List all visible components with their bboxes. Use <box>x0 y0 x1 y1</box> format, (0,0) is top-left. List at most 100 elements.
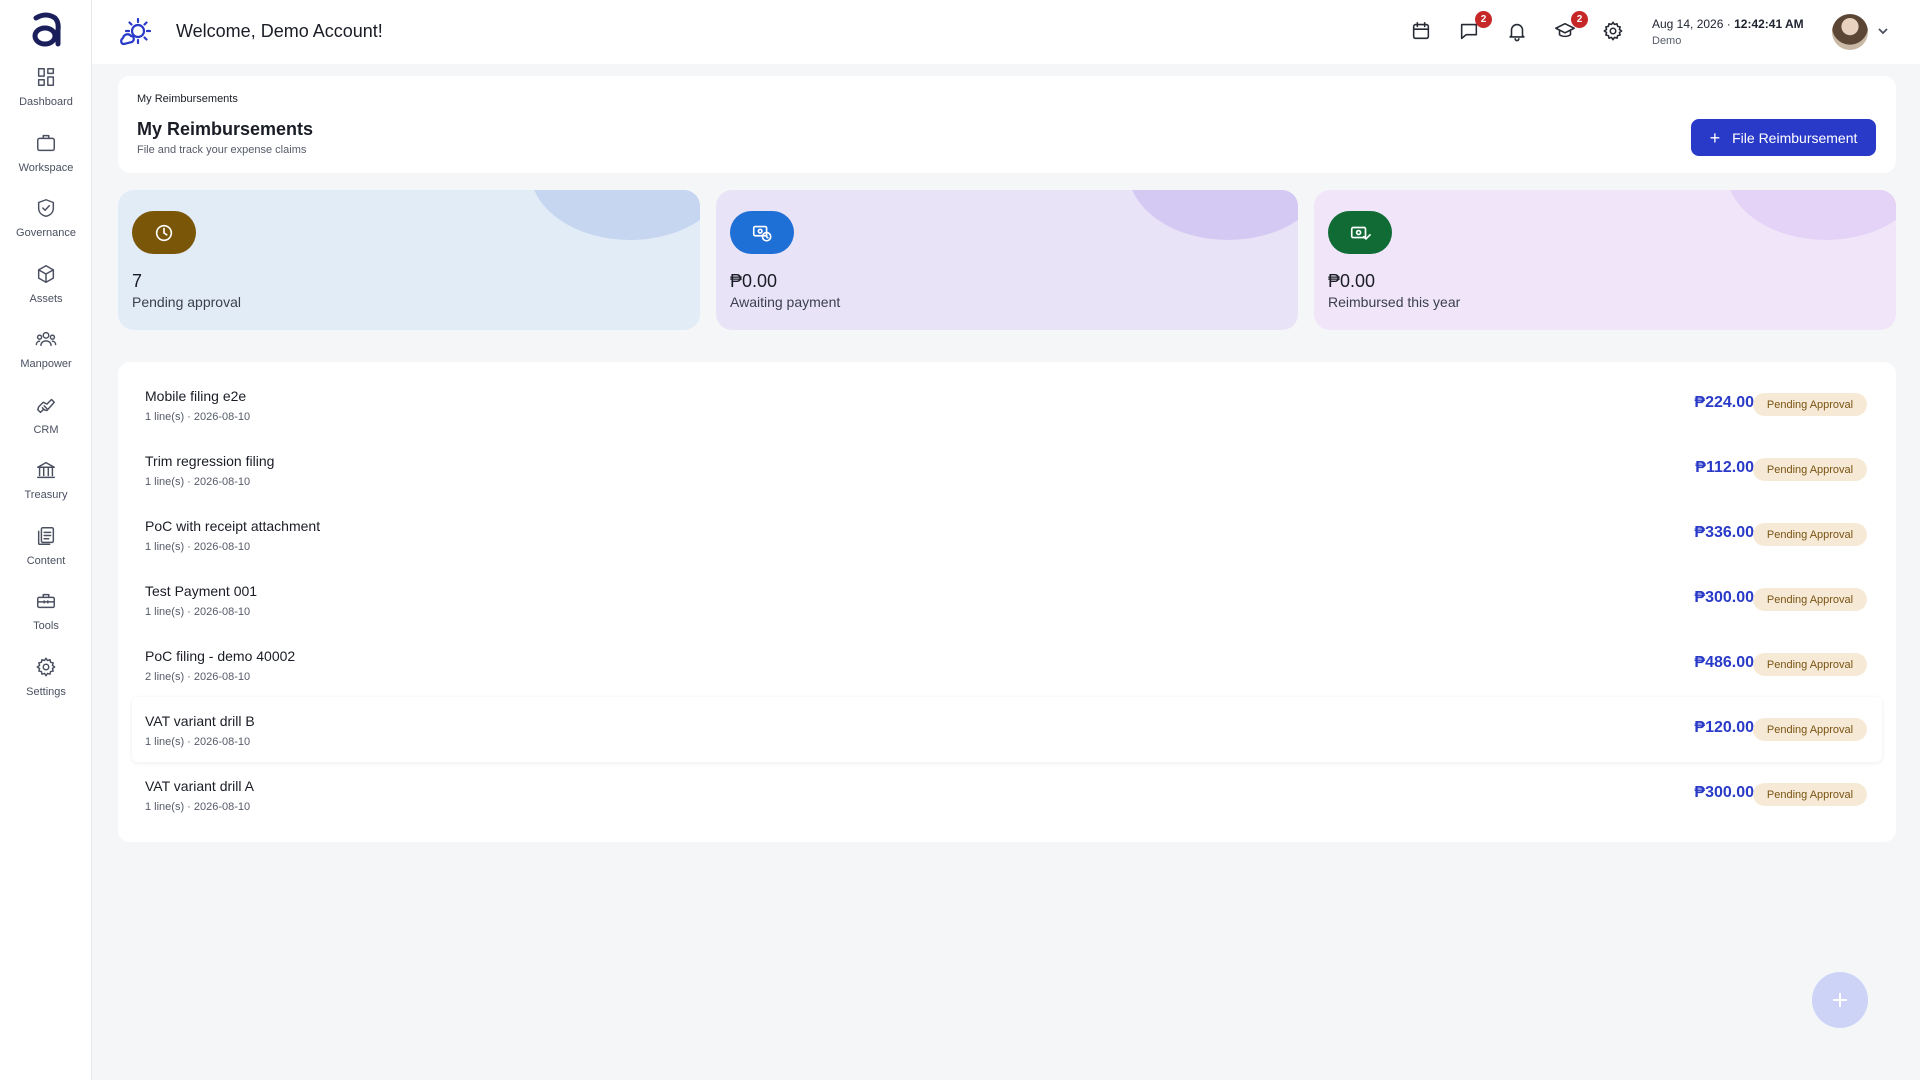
sidebar-nav: Dashboard Workspace Governance Assets Ma… <box>0 62 92 717</box>
sidebar-item-label: Assets <box>29 292 63 305</box>
item-amount: ₱300.00 <box>1694 784 1754 801</box>
stat-icon-badge <box>730 211 794 254</box>
sidebar-item-label: Governance <box>16 227 76 239</box>
item-title: Mobile filing e2e <box>145 388 247 404</box>
stat-icon-badge <box>1328 211 1392 254</box>
page-subtitle: File and track your expense claims <box>137 144 307 156</box>
item-title: VAT variant drill B <box>145 713 255 729</box>
date-time-separator: · <box>1726 17 1731 31</box>
sidebar-item-label: CRM <box>33 423 59 436</box>
sidebar-item-settings[interactable]: Settings <box>0 652 92 718</box>
settings-button[interactable] <box>1602 20 1626 44</box>
sidebar-item-label: Treasury <box>24 489 68 501</box>
calendar-button[interactable] <box>1410 20 1434 44</box>
current-date: Aug 14, 2026 <box>1652 17 1724 31</box>
list-item[interactable]: PoC filing - demo 40002 2 line(s) · 2026… <box>132 632 1882 697</box>
chevron-down-icon <box>1878 28 1888 35</box>
account-menu-toggle[interactable] <box>1876 24 1890 38</box>
sidebar-item-manpower[interactable]: Manpower <box>0 324 92 390</box>
item-meta: 1 line(s) · 2026-08-10 <box>145 411 251 423</box>
bank-icon <box>37 461 55 479</box>
stat-caption: Pending approval <box>132 294 241 310</box>
item-title: Test Payment 001 <box>145 583 258 599</box>
plus-icon: + <box>1709 127 1721 148</box>
sidebar-item-label: Content <box>26 554 66 567</box>
list-item[interactable]: Trim regression filing 1 line(s) · 2026-… <box>132 437 1882 502</box>
sidebar-item-tools[interactable]: Tools <box>0 586 92 652</box>
sidebar-item-label: Tools <box>33 620 59 632</box>
sidebar-item-treasury[interactable]: Treasury <box>0 455 92 521</box>
list-item[interactable]: Test Payment 001 1 line(s) · 2026-08-10 … <box>132 567 1882 632</box>
stat-card-awaiting-payment: ₱0.00 Awaiting payment <box>716 190 1298 330</box>
sidebar-item-label: Manpower <box>20 358 72 370</box>
learning-button[interactable]: 2 <box>1554 11 1588 44</box>
status-badge: Pending Approval <box>1753 523 1867 546</box>
file-reimbursement-button[interactable]: + File Reimbursement <box>1691 119 1876 156</box>
sidebar-item-workspace[interactable]: Workspace <box>0 128 92 194</box>
brand-sun-icon[interactable] <box>118 16 152 50</box>
page-header-card: My Reimbursements My Reimbursements File… <box>118 76 1896 173</box>
app-logo-icon[interactable] <box>28 10 64 50</box>
decorative-blob <box>1128 190 1298 240</box>
toolbox-icon <box>37 593 55 609</box>
floating-add-button[interactable] <box>1812 972 1868 1028</box>
status-badge: Pending Approval <box>1753 718 1867 741</box>
plus-icon <box>1833 993 1847 1007</box>
file-reimbursement-label: File Reimbursement <box>1732 129 1858 146</box>
list-item[interactable]: PoC with receipt attachment 1 line(s) · … <box>132 502 1882 567</box>
sidebar-item-governance[interactable]: Governance <box>0 193 92 259</box>
people-icon <box>35 331 57 347</box>
breadcrumb[interactable]: My Reimbursements <box>137 93 238 105</box>
sidebar-item-crm[interactable]: CRM <box>0 390 92 456</box>
item-title: Trim regression filing <box>145 453 275 469</box>
item-meta: 1 line(s) · 2026-08-10 <box>145 541 251 553</box>
clock-icon <box>155 224 173 241</box>
status-badge: Pending Approval <box>1753 458 1867 481</box>
sidebar-item-assets[interactable]: Assets <box>0 259 92 325</box>
sidebar: Dashboard Workspace Governance Assets Ma… <box>0 0 92 1080</box>
handshake-icon <box>37 398 55 413</box>
welcome-message: Welcome, Demo Account! <box>176 21 383 41</box>
messages-button[interactable]: 2 <box>1458 11 1492 44</box>
item-amount: ₱224.00 <box>1694 394 1754 411</box>
dashboard-icon <box>37 68 55 86</box>
stat-card-reimbursed: ₱0.00 Reimbursed this year <box>1314 190 1896 330</box>
payment-pending-icon <box>752 225 772 242</box>
item-amount: ₱112.00 <box>1695 459 1754 476</box>
decorative-blob <box>530 190 700 240</box>
list-item[interactable]: Mobile filing e2e 1 line(s) · 2026-08-10… <box>132 372 1882 437</box>
decorative-blob <box>1726 190 1896 240</box>
gear-icon <box>1603 21 1623 41</box>
cash-check-icon <box>1350 226 1371 240</box>
status-badge: Pending Approval <box>1753 588 1867 611</box>
notifications-button[interactable] <box>1506 20 1530 44</box>
item-amount: ₱486.00 <box>1694 654 1754 671</box>
sidebar-item-dashboard[interactable]: Dashboard <box>0 62 92 128</box>
status-badge: Pending Approval <box>1753 653 1867 676</box>
stat-value: ₱0.00 <box>1328 271 1376 291</box>
list-item[interactable]: VAT variant drill B 1 line(s) · 2026-08-… <box>132 697 1882 762</box>
item-meta: 2 line(s) · 2026-08-10 <box>145 671 251 683</box>
item-amount: ₱300.00 <box>1694 589 1754 606</box>
date-time-display: Aug 14, 2026 · 12:42:41 AM Demo <box>1652 17 1804 47</box>
stat-caption: Awaiting payment <box>730 294 841 310</box>
list-item[interactable]: VAT variant drill A 1 line(s) · 2026-08-… <box>132 762 1882 827</box>
briefcase-icon <box>37 134 55 151</box>
document-icon <box>37 526 55 545</box>
stat-value: ₱0.00 <box>730 271 778 291</box>
item-meta: 1 line(s) · 2026-08-10 <box>145 476 251 488</box>
status-badge: Pending Approval <box>1753 783 1867 806</box>
top-header: Welcome, Demo Account! 2 2 Aug 14, 2026 … <box>92 0 1920 64</box>
current-time: 12:42:41 AM <box>1734 17 1804 31</box>
shield-icon <box>37 199 55 217</box>
sidebar-item-content[interactable]: Content <box>0 521 92 587</box>
user-avatar[interactable] <box>1832 14 1868 50</box>
item-title: PoC with receipt attachment <box>145 518 321 534</box>
page-title: My Reimbursements <box>137 119 314 139</box>
gear-icon <box>36 657 56 676</box>
sidebar-item-label: Settings <box>26 685 66 698</box>
status-badge: Pending Approval <box>1753 393 1867 416</box>
calendar-icon <box>1412 21 1430 40</box>
learning-badge: 2 <box>1571 11 1588 28</box>
stat-value: 7 <box>132 271 143 291</box>
